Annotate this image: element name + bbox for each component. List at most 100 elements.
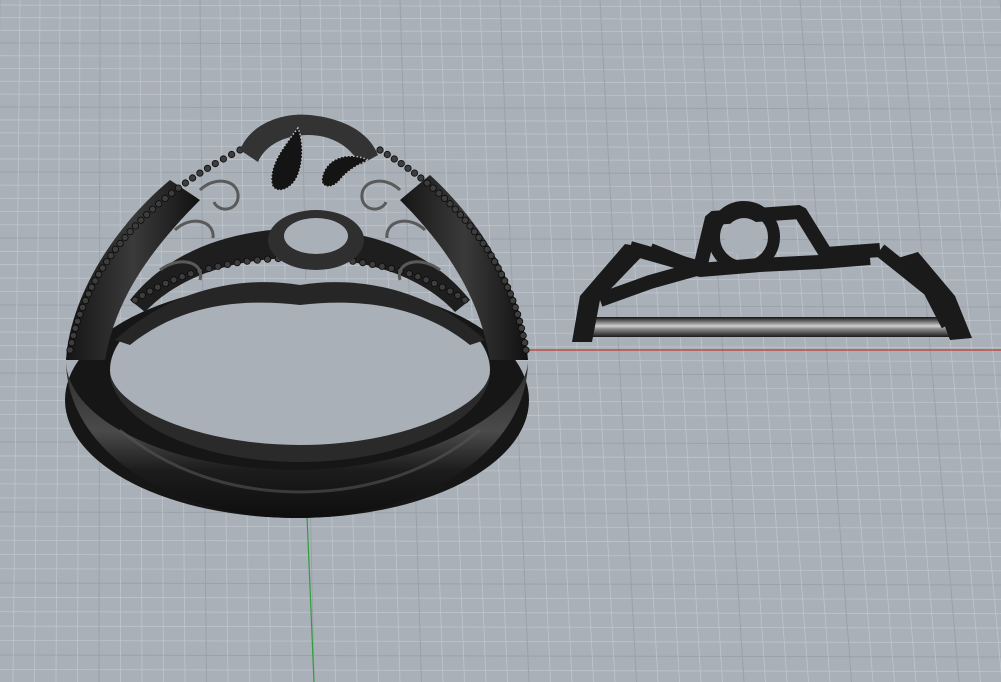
pave-bead [359, 259, 367, 267]
pave-bead [69, 331, 78, 340]
pave-bead [149, 205, 157, 213]
pave-bead [253, 256, 261, 264]
pave-bead [81, 296, 90, 305]
pave-bead [435, 189, 443, 197]
grid-line-horizontal [0, 554, 1001, 557]
pave-bead [509, 296, 517, 305]
pave-bead [187, 270, 195, 278]
ring-model[interactable] [65, 114, 530, 518]
viewport-canvas[interactable] [0, 0, 1001, 682]
pave-bead [511, 303, 519, 311]
pave-bead [79, 303, 87, 311]
grid-line-vertical [639, 0, 680, 682]
pave-bead [438, 283, 446, 291]
pave-bead [233, 259, 241, 267]
pave-bead [138, 291, 146, 300]
pave-bead [404, 164, 412, 172]
pave-bead [116, 239, 124, 247]
ring-head-profile[interactable] [572, 201, 972, 342]
pave-bead [423, 179, 431, 187]
pave-bead [440, 194, 449, 202]
grid-line-horizontal [0, 596, 1001, 600]
pave-bead [376, 146, 384, 154]
grid-line-vertical [819, 0, 874, 682]
pave-bead [475, 233, 483, 242]
pave-bead [417, 174, 425, 182]
pave-bead [137, 216, 145, 224]
grid-line-horizontal [0, 80, 1001, 84]
pave-bead [73, 317, 82, 325]
pave-bead [513, 310, 522, 318]
pave-bead [111, 245, 120, 253]
grid-line-horizontal [0, 582, 1001, 586]
grid-line-vertical [739, 0, 788, 682]
pave-bead [168, 189, 176, 197]
pave-bead [451, 205, 459, 213]
pave-bead [429, 184, 437, 192]
pave-bead [131, 296, 139, 304]
pave-bead [461, 216, 469, 224]
pave-bead [146, 287, 154, 295]
grid-line-horizontal [0, 640, 1001, 643]
grid-line-vertical [12, 0, 21, 682]
grid-line-vertical [659, 0, 702, 682]
pave-bead [143, 211, 151, 219]
pave-bead [214, 262, 222, 270]
pave-bead [494, 264, 502, 272]
pave-bead [501, 277, 509, 285]
perspective-viewport[interactable] [0, 0, 1001, 682]
pave-bead [205, 264, 213, 273]
grid-line-vertical [959, 0, 1001, 445]
grid-line-horizontal [0, 539, 1001, 543]
grid-line-horizontal [0, 106, 1001, 110]
pave-bead [503, 283, 512, 291]
grid-line-vertical [539, 0, 573, 682]
pave-bead [223, 260, 232, 268]
pave-bead [170, 276, 178, 284]
pave-bead [131, 222, 139, 230]
pave-bead [181, 179, 189, 187]
pave-bead [517, 324, 526, 332]
grid-line-horizontal [0, 158, 1001, 162]
pave-bead [211, 160, 219, 168]
grid-line-vertical [839, 0, 895, 682]
pave-bead [497, 270, 506, 278]
pave-bead [378, 262, 386, 270]
grid-line-horizontal [0, 171, 1001, 175]
pave-bead [95, 270, 103, 278]
pave-bead [178, 273, 186, 281]
grid-line-horizontal [0, 55, 1001, 59]
pave-bead [189, 174, 197, 182]
pave-bead [522, 346, 530, 354]
pave-bead [126, 228, 134, 236]
pave-bead [466, 222, 474, 230]
pave-bead [430, 279, 438, 287]
pave-bead [461, 296, 469, 304]
pave-bead [76, 310, 84, 318]
pave-bead [162, 279, 170, 287]
pave-bead [405, 270, 413, 278]
pave-bead [383, 150, 391, 159]
pave-bead [84, 290, 93, 298]
pave-bead [263, 255, 272, 263]
pave-bead [519, 331, 527, 340]
pave-bead [446, 287, 454, 295]
grid-line-horizontal [0, 525, 1001, 529]
pave-bead [99, 264, 107, 272]
grid-line-horizontal [0, 145, 1001, 149]
pave-bead [521, 339, 529, 347]
grid-line-horizontal [0, 184, 1001, 188]
grid-line-horizontal [0, 42, 1001, 46]
grid-line-horizontal [0, 29, 1001, 33]
pave-bead [410, 169, 419, 177]
grid-line-vertical [679, 0, 723, 682]
grid-line-horizontal [0, 611, 1001, 615]
pave-bead [515, 317, 524, 325]
profile-center-opening [725, 218, 763, 256]
pave-bead [219, 155, 227, 163]
grid-line-vertical [619, 0, 659, 682]
pave-bead [71, 324, 79, 332]
grid-line-horizontal [0, 119, 1001, 123]
pave-bead [154, 283, 162, 291]
pave-bead [487, 251, 495, 260]
